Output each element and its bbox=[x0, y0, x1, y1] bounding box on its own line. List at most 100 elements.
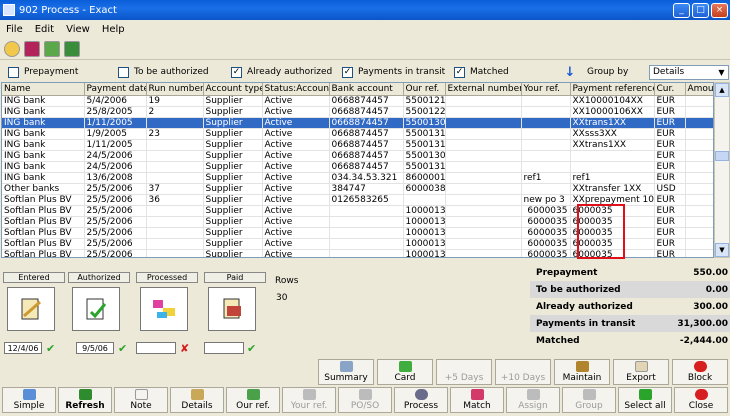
table-row[interactable]: Softlan Plus BV 25/5/2006 Supplier Active 10… bbox=[2, 205, 713, 217]
sort-down-icon[interactable]: ↓ bbox=[563, 65, 577, 80]
refresh-toolbar-icon[interactable] bbox=[64, 40, 80, 57]
table-cell bbox=[685, 139, 713, 151]
table-row[interactable]: Softlan Plus BV 25/5/2006 36 Supplier Active… bbox=[2, 194, 713, 206]
table-cell: Supplier bbox=[203, 183, 263, 195]
summary-value: 550.00 bbox=[693, 267, 728, 278]
col-external-number[interactable]: External number bbox=[445, 83, 522, 96]
to-be-authorized-checkbox[interactable]: To be authorized bbox=[118, 66, 209, 78]
processed-arrows-icon[interactable] bbox=[140, 287, 188, 331]
summary-button[interactable]: Summary bbox=[318, 359, 374, 385]
plus-5-days-button[interactable]: +5 Days bbox=[436, 359, 492, 385]
plus-10-days-button[interactable]: +10 Days bbox=[495, 359, 551, 385]
table-cell bbox=[146, 172, 204, 184]
refresh-button[interactable]: Refresh bbox=[58, 387, 112, 413]
table-row[interactable]: ING bank 24/5/2006 Supplier Active 066887445… bbox=[2, 150, 713, 162]
col-run-number[interactable]: Run number bbox=[146, 83, 204, 96]
book-icon[interactable] bbox=[24, 40, 40, 57]
col-bank-account[interactable]: Bank account bbox=[329, 83, 404, 96]
table-cell: 2 bbox=[685, 106, 713, 118]
table-cell bbox=[329, 238, 404, 250]
entered-check-icon: ✔ bbox=[46, 342, 56, 355]
your-ref-button[interactable]: Your ref. bbox=[282, 387, 336, 413]
toolbar bbox=[0, 38, 730, 60]
table-cell: Supplier bbox=[203, 194, 263, 206]
table-row[interactable]: ING bank 5/4/2006 19 Supplier Active 06688744… bbox=[2, 95, 713, 107]
card-button[interactable]: Card bbox=[377, 359, 433, 385]
payments-in-transit-box[interactable]: ✓ bbox=[342, 66, 353, 78]
col-our-ref[interactable]: Our ref. bbox=[403, 83, 446, 96]
menu-help[interactable]: Help bbox=[96, 24, 131, 35]
close-button[interactable]: Close bbox=[674, 387, 728, 413]
table-cell: 2 bbox=[685, 194, 713, 206]
export-button[interactable]: Export bbox=[613, 359, 669, 385]
table-row[interactable]: Softlan Plus BV 25/5/2006 Supplier Active 10… bbox=[2, 238, 713, 250]
summary-value: -2,444.00 bbox=[679, 335, 728, 346]
group-button[interactable]: Group bbox=[562, 387, 616, 413]
prepayment-box[interactable] bbox=[8, 66, 19, 78]
table-cell: 2 bbox=[685, 227, 713, 239]
stage-entered-label: Entered bbox=[3, 272, 65, 283]
table-cell bbox=[521, 106, 571, 118]
paid-document-icon[interactable] bbox=[208, 287, 256, 331]
prepayment-checkbox[interactable]: Prepayment bbox=[8, 66, 78, 78]
chevron-down-icon[interactable]: ▼ bbox=[715, 66, 728, 79]
entered-document-icon[interactable] bbox=[7, 287, 55, 331]
assign-button[interactable]: Assign bbox=[506, 387, 560, 413]
table-row[interactable]: ING bank 13/6/2008 Supplier Active 034.34.53… bbox=[2, 172, 713, 184]
col-amount[interactable]: Amount bbox=[685, 83, 713, 96]
block-button[interactable]: Block bbox=[672, 359, 728, 385]
col-payment-date[interactable]: Payment date bbox=[84, 83, 147, 96]
table-cell: 0126583265 bbox=[329, 194, 404, 206]
already-authorized-checkbox[interactable]: ✓ Already authorized bbox=[231, 66, 332, 78]
table-row[interactable]: Other banks 25/5/2006 37 Supplier Active 3847… bbox=[2, 183, 713, 195]
menu-edit[interactable]: Edit bbox=[29, 24, 60, 35]
vertical-scrollbar[interactable]: ▲ ▼ bbox=[714, 82, 730, 258]
po-so-button[interactable]: PO/SO bbox=[338, 387, 392, 413]
back-icon[interactable] bbox=[4, 40, 20, 57]
scroll-down-icon[interactable]: ▼ bbox=[715, 243, 729, 257]
maintain-button[interactable]: Maintain bbox=[554, 359, 610, 385]
menu-file[interactable]: File bbox=[0, 24, 29, 35]
table-cell bbox=[445, 249, 522, 257]
scroll-thumb[interactable] bbox=[715, 151, 729, 161]
matched-checkbox[interactable]: ✓ Matched bbox=[454, 66, 509, 78]
select-all-button[interactable]: Select all bbox=[618, 387, 672, 413]
our-ref-button[interactable]: Our ref. bbox=[226, 387, 280, 413]
menu-view[interactable]: View bbox=[60, 24, 96, 35]
close-window-button[interactable]: × bbox=[711, 2, 728, 18]
stage-authorized: Authorized 9/5/06 ✔ bbox=[68, 272, 130, 355]
table-row[interactable]: ING bank 1/11/2005 Supplier Active 066887445… bbox=[2, 139, 713, 151]
details-button[interactable]: Details bbox=[170, 387, 224, 413]
already-authorized-box[interactable]: ✓ bbox=[231, 66, 242, 78]
table-cell: EUR bbox=[654, 249, 686, 257]
simple-button[interactable]: Simple bbox=[2, 387, 56, 413]
match-button[interactable]: Match bbox=[450, 387, 504, 413]
minimize-button[interactable]: _ bbox=[673, 2, 690, 18]
col-payment-reference[interactable]: Payment reference bbox=[570, 83, 655, 96]
document-icon[interactable] bbox=[44, 40, 60, 57]
col-account-type[interactable]: Account type bbox=[203, 83, 263, 96]
table-row[interactable]: Softlan Plus BV 25/5/2006 Supplier Active 10… bbox=[2, 216, 713, 228]
table-row[interactable]: ING bank 1/11/2005 Supplier Active 066887445… bbox=[2, 117, 713, 129]
group-by-select[interactable]: Details ▼ bbox=[649, 64, 729, 80]
process-button[interactable]: Process bbox=[394, 387, 448, 413]
scroll-up-icon[interactable]: ▲ bbox=[715, 83, 729, 97]
table-row[interactable]: ING bank 25/8/2005 2 Supplier Active 06688744… bbox=[2, 106, 713, 118]
col-currency[interactable]: Cur. bbox=[654, 83, 686, 96]
maximize-button[interactable]: □ bbox=[692, 2, 709, 18]
table-row[interactable]: ING bank 24/5/2006 Supplier Active 066887445… bbox=[2, 161, 713, 173]
to-be-authorized-box[interactable] bbox=[118, 66, 129, 78]
table-row[interactable]: Softlan Plus BV 25/5/2006 Supplier Active 10… bbox=[2, 227, 713, 239]
matched-box[interactable]: ✓ bbox=[454, 66, 465, 78]
payments-in-transit-checkbox[interactable]: ✓ Payments in transit bbox=[342, 66, 445, 78]
col-name[interactable]: Name bbox=[2, 83, 85, 96]
note-button[interactable]: Note bbox=[114, 387, 168, 413]
table-row[interactable]: Softlan Plus BV 25/5/2006 Supplier Active 10… bbox=[2, 249, 713, 257]
table-row[interactable]: ING bank 1/9/2005 23 Supplier Active 06688744… bbox=[2, 128, 713, 140]
authorized-document-icon[interactable] bbox=[72, 287, 120, 331]
table-cell: Supplier bbox=[203, 117, 263, 129]
table-cell: 1/11/2005 bbox=[84, 139, 147, 151]
col-your-ref[interactable]: Your ref. bbox=[521, 83, 571, 96]
col-status-account[interactable]: Status:Account bbox=[262, 83, 330, 96]
table-cell: EUR bbox=[654, 95, 686, 107]
